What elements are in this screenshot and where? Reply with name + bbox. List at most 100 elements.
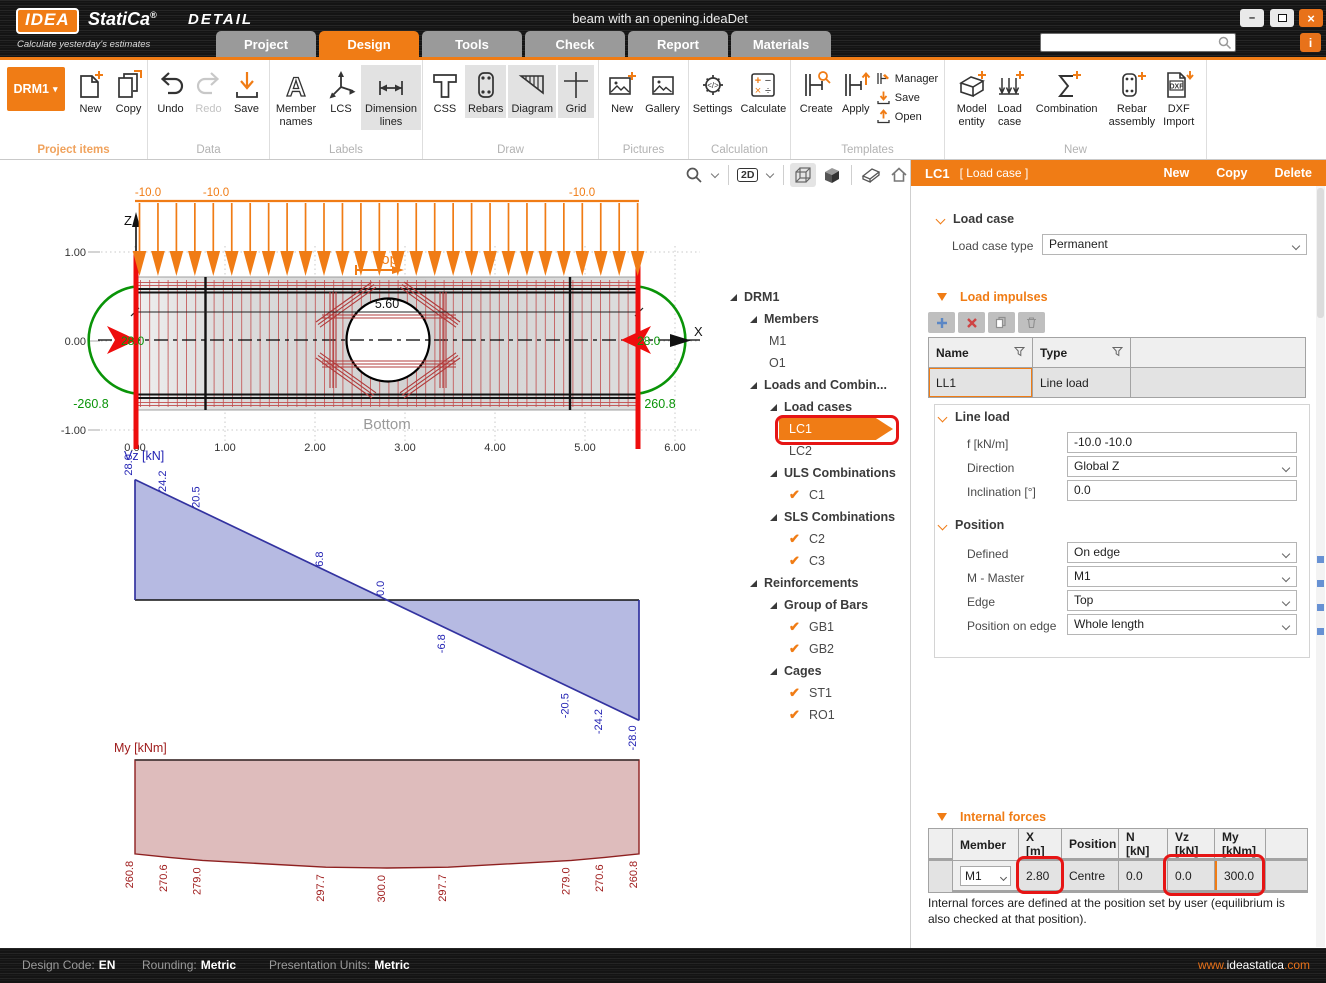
view-mode-dropdown[interactable] (763, 163, 777, 187)
tab-design[interactable]: Design (319, 31, 419, 57)
member-dropdown[interactable]: M1 (960, 866, 1011, 886)
tree-item-lc2[interactable]: LC2 (703, 440, 908, 462)
zoom-options-dropdown[interactable] (708, 163, 722, 187)
close-button[interactable]: × (1299, 9, 1323, 27)
internal-forces-section-header[interactable]: Internal forces (937, 810, 1046, 824)
my-value-cell[interactable]: 300.0 (1215, 861, 1265, 890)
tab-materials[interactable]: Materials (731, 31, 831, 57)
tree-item-sls-combinations[interactable]: SLS Combinations (703, 506, 908, 528)
expander-icon[interactable] (770, 514, 777, 521)
template-save-button[interactable]: Save (876, 90, 938, 105)
new-picture-button[interactable]: New (604, 65, 640, 118)
expander-icon[interactable] (750, 382, 757, 389)
tree-item-m1[interactable]: M1 (703, 330, 908, 352)
checkbox-checked-icon[interactable]: ✔ (789, 553, 809, 569)
new-model-entity-button[interactable]: Model entity (954, 65, 990, 130)
clip-view-button[interactable] (858, 163, 884, 187)
tree-item-load-cases[interactable]: Load cases (703, 396, 908, 418)
tree-item-c2[interactable]: ✔C2 (703, 528, 908, 550)
checkbox-checked-icon[interactable]: ✔ (789, 531, 809, 547)
panel-scrollbar[interactable] (1316, 186, 1325, 947)
checkbox-checked-icon[interactable]: ✔ (789, 707, 809, 723)
grid-toggle[interactable]: Grid (558, 65, 594, 118)
copy-load-case-action[interactable]: Copy (1216, 166, 1247, 180)
direction-select[interactable]: Global Z (1067, 456, 1297, 477)
tree-item-c1[interactable]: ✔C1 (703, 484, 908, 506)
load-case-type-select[interactable]: Permanent (1042, 234, 1307, 255)
create-template-button[interactable]: Create (797, 65, 836, 118)
position-on-edge-select[interactable]: Whole length (1067, 614, 1297, 635)
copy-load-impulse-button[interactable] (988, 312, 1015, 333)
x-value-cell[interactable]: 2.80 (1019, 861, 1061, 890)
website-link[interactable]: www.ideastatica.com (1198, 958, 1310, 972)
view-mode-2d-button[interactable]: 2D (735, 163, 760, 187)
tree-item-members[interactable]: Members (703, 308, 908, 330)
scrollbar-thumb[interactable] (1317, 188, 1324, 318)
tree-item-uls-combinations[interactable]: ULS Combinations (703, 462, 908, 484)
tree-item-st1[interactable]: ✔ST1 (703, 682, 908, 704)
filter-icon[interactable] (1014, 346, 1025, 360)
new-rebar-assembly-button[interactable]: Rebar assembly (1106, 65, 1158, 130)
new-load-case-action[interactable]: New (1164, 166, 1190, 180)
edge-select[interactable]: Top (1067, 590, 1297, 611)
checkbox-checked-icon[interactable]: ✔ (789, 619, 809, 635)
rebars-toggle[interactable]: Rebars (465, 65, 506, 118)
master-select[interactable]: M1 (1067, 566, 1297, 587)
dxf-import-button[interactable]: DXF DXF Import (1160, 65, 1197, 130)
lcs-toggle[interactable]: LCS (323, 65, 359, 118)
position-value-cell[interactable]: Centre (1062, 861, 1118, 890)
tree-item-reinforcements[interactable]: Reinforcements (703, 572, 908, 594)
template-open-button[interactable]: Open (876, 109, 938, 124)
checkbox-checked-icon[interactable]: ✔ (789, 685, 809, 701)
new-load-case-button[interactable]: Load case (992, 65, 1028, 130)
trash-load-impulse-button[interactable] (1018, 312, 1045, 333)
home-view-button[interactable] (887, 163, 911, 187)
defined-select[interactable]: On edge (1067, 542, 1297, 563)
expander-icon[interactable] (770, 404, 777, 411)
line-load-section-header[interactable]: Line load (939, 410, 1010, 424)
expander-icon[interactable] (750, 580, 757, 587)
delete-load-case-action[interactable]: Delete (1274, 166, 1312, 180)
tree-item-c3[interactable]: ✔C3 (703, 550, 908, 572)
solid-view-button[interactable] (819, 163, 845, 187)
copy-project-item-button[interactable]: Copy (111, 65, 147, 118)
tab-check[interactable]: Check (525, 31, 625, 57)
save-button[interactable]: Save (229, 65, 265, 118)
expander-icon[interactable] (770, 602, 777, 609)
gallery-button[interactable]: Gallery (642, 65, 683, 118)
diagram-toggle[interactable]: Diagram (508, 65, 556, 118)
position-section-header[interactable]: Position (939, 518, 1004, 532)
tree-item-ro1[interactable]: ✔RO1 (703, 704, 908, 726)
load-impulse-name-cell[interactable]: LL1 (929, 368, 1032, 397)
calculate-button[interactable]: +−×÷ Calculate (737, 65, 789, 118)
maximize-button[interactable] (1270, 9, 1294, 27)
tree-item-gb2[interactable]: ✔GB2 (703, 638, 908, 660)
tree-item-cages[interactable]: Cages (703, 660, 908, 682)
checkbox-checked-icon[interactable]: ✔ (789, 487, 809, 503)
zoom-tool-button[interactable] (683, 163, 705, 187)
load-impulse-type-cell[interactable]: Line load (1033, 368, 1130, 397)
column-header-name[interactable]: Name (929, 338, 1032, 367)
member-names-toggle[interactable]: A Member names (271, 65, 321, 130)
load-case-section-header[interactable]: Load case (937, 212, 1014, 226)
minimize-button[interactable]: – (1240, 9, 1264, 27)
checkbox-checked-icon[interactable]: ✔ (789, 641, 809, 657)
f-input[interactable]: -10.0 -10.0 (1067, 432, 1297, 453)
n-value-cell[interactable]: 0.0 (1119, 861, 1167, 890)
vz-value-cell[interactable]: 0.0 (1168, 861, 1214, 890)
inclination-input[interactable]: 0.0 (1067, 480, 1297, 501)
redo-button[interactable]: Redo (191, 65, 227, 118)
tree-item-lc1[interactable]: LC1 (703, 418, 908, 440)
expander-icon[interactable] (770, 470, 777, 477)
add-load-impulse-button[interactable] (928, 312, 955, 333)
tree-item-group-of-bars[interactable]: Group of Bars (703, 594, 908, 616)
template-manager-button[interactable]: Manager (876, 71, 938, 86)
tree-item-o1[interactable]: O1 (703, 352, 908, 374)
new-combination-button[interactable]: Combination (1030, 65, 1104, 118)
tree-item-gb1[interactable]: ✔GB1 (703, 616, 908, 638)
filter-icon[interactable] (1112, 346, 1123, 360)
column-header-type[interactable]: Type (1033, 338, 1130, 367)
tree-item-loads-and-combin-[interactable]: Loads and Combin... (703, 374, 908, 396)
css-toggle[interactable]: CSS (427, 65, 463, 118)
tree-item-drm1[interactable]: DRM1 (703, 286, 908, 308)
